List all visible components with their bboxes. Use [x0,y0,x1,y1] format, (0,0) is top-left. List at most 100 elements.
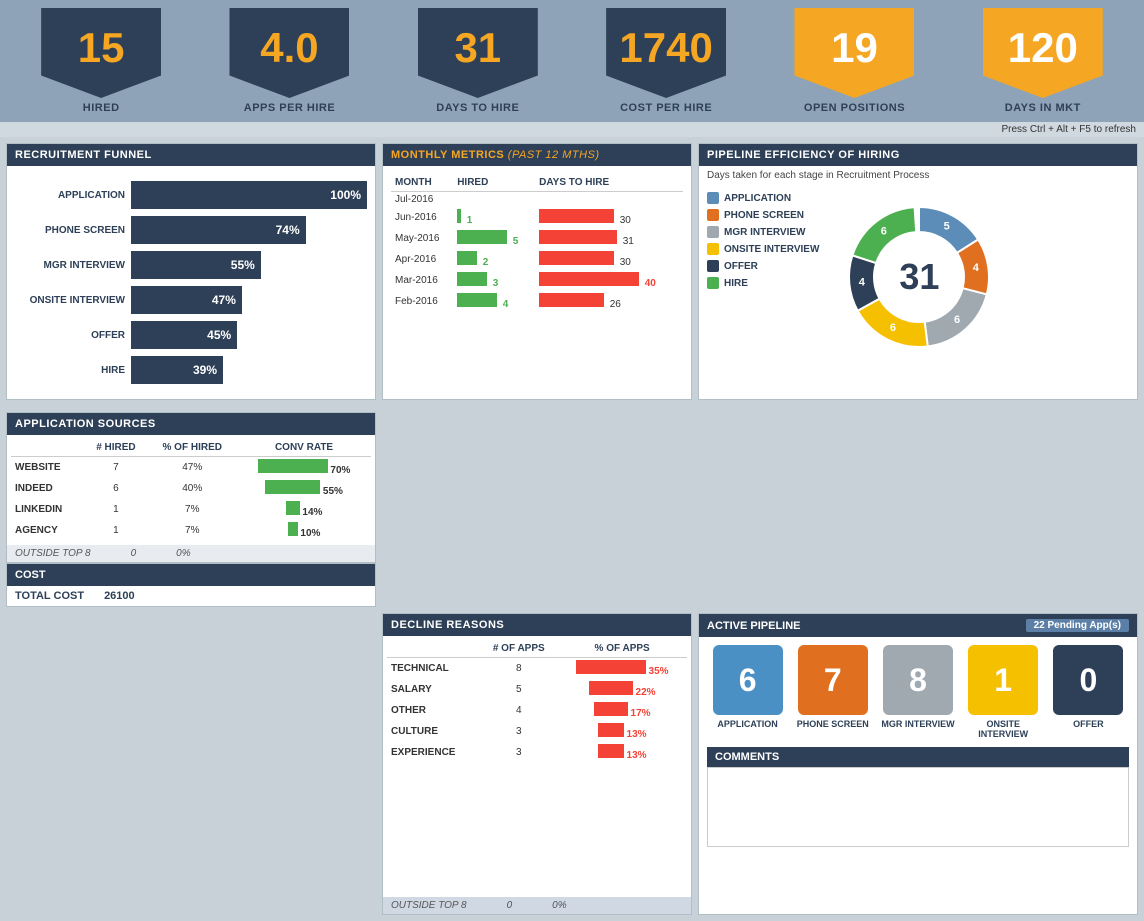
kpi-item-cost-per-hire: 1740 COST PER HIRE [575,8,757,114]
monthly-hired-bar [453,192,535,208]
decline-apps: 3 [480,721,557,742]
funnel-bar: 45% [131,321,237,349]
legend-item: MGR INTERVIEW [707,226,819,238]
sources-hired: 1 [84,520,147,541]
kpi-item-days-in-mkt: 120 DAYS IN MKT [952,8,1134,114]
donut-label: 6 [881,225,887,237]
funnel-bar: 74% [131,216,306,244]
funnel-body: APPLICATION 100% PHONE SCREEN 74% MGR IN… [7,166,375,399]
legend-dot [707,243,719,255]
sources-pct-hired: 7% [147,499,237,520]
monthly-days-bar: 30 [535,249,683,270]
sources-row: WEBSITE 7 47% 70% [11,457,371,479]
decline-outside: OUTSIDE TOP 8 0 0% [383,897,691,914]
legend-label: HIRE [724,278,748,289]
funnel-bar-wrap: 45% [131,321,367,349]
cost-panel: COST TOTAL COST 26100 [6,563,376,607]
active-panel-header: ACTIVE PIPELINE 22 Pending App(s) [699,614,1137,637]
kpi-badge: 19 [794,8,914,98]
kpi-label: DAYS IN MKT [1005,102,1081,114]
donut-chart: 546646 31 [829,187,1009,367]
monthly-hired-bar: 5 [453,228,535,249]
monthly-month: Jun-2016 [391,207,453,228]
sources-source: INDEED [11,478,84,499]
kpi-label: HIRED [83,102,120,114]
kpi-label: DAYS TO HIRE [436,102,519,114]
cost-label: TOTAL COST [15,590,84,602]
kpi-badge: 1740 [606,8,726,98]
monthly-row: Jun-2016 1 30 [391,207,683,228]
kpi-label: APPS PER HIRE [244,102,335,114]
sources-panel: APPLICATION SOURCES # HIRED % OF HIRED C… [6,412,376,563]
sources-body: # HIRED % OF HIRED CONV RATE WEBSITE 7 4… [7,435,375,545]
monthly-month: May-2016 [391,228,453,249]
decline-bar [594,702,628,716]
sources-conv-bar: 14% [237,499,371,520]
decline-pct-label: 13% [627,750,647,761]
sources-row: AGENCY 1 7% 10% [11,520,371,541]
monthly-hired-bar: 4 [453,291,535,312]
funnel-bar-wrap: 74% [131,216,367,244]
sources-source: WEBSITE [11,457,84,479]
legend-item: HIRE [707,277,819,289]
pipeline-subtitle: Days taken for each stage in Recruitment… [699,166,1137,181]
monthly-row: Mar-2016 3 40 [391,270,683,291]
sources-conv-bar: 55% [237,478,371,499]
sources-outside: OUTSIDE TOP 8 0 0% [7,545,375,562]
refresh-hint: Press Ctrl + Alt + F5 to refresh [0,122,1144,137]
decline-pct-bar: 17% [557,700,687,721]
monthly-table: MONTH HIRED DAYS TO HIRE Jul-2016 Jun-20… [391,174,683,312]
pipeline-kpi-label: OFFER [1073,719,1104,729]
legend-item: ONSITE INTERVIEW [707,243,819,255]
monthly-hired-bar: 2 [453,249,535,270]
kpi-bar: 15 HIRED 4.0 APPS PER HIRE 31 DAYS TO HI… [0,0,1144,122]
kpi-label: COST PER HIRE [620,102,712,114]
sources-col-conv: CONV RATE [237,439,371,457]
decline-pct-bar: 13% [557,742,687,763]
decline-pct-label: 13% [627,729,647,740]
decline-apps: 5 [480,679,557,700]
sources-header: APPLICATION SOURCES [7,413,375,435]
decline-reason: EXPERIENCE [387,742,480,763]
decline-reason: SALARY [387,679,480,700]
sources-col-source [11,439,84,457]
decline-col-reason [387,640,480,658]
decline-pct-label: 17% [631,708,651,719]
legend-label: ONSITE INTERVIEW [724,244,819,255]
funnel-bar: 47% [131,286,242,314]
legend-dot [707,209,719,221]
sources-pct-hired: 40% [147,478,237,499]
kpi-item-open-positions: 19 OPEN POSITIONS [763,8,945,114]
monthly-row: Apr-2016 2 30 [391,249,683,270]
funnel-header: RECRUITMENT FUNNEL [7,144,375,166]
donut-label: 4 [859,276,866,288]
legend-label: OFFER [724,261,758,272]
decline-row: TECHNICAL 8 35% [387,658,687,680]
cost-row: TOTAL COST 26100 [7,586,375,606]
sources-hired: 7 [84,457,147,479]
monthly-days-bar: 40 [535,270,683,291]
active-title: ACTIVE PIPELINE [707,620,801,632]
decline-row: EXPERIENCE 3 13% [387,742,687,763]
monthly-th-hired: HIRED [453,174,535,192]
sources-conv-bar: 70% [237,457,371,479]
pipeline-header: PIPELINE EFFICIENCY OF HIRING [699,144,1137,166]
monthly-th-days: DAYS TO HIRE [535,174,683,192]
decline-pct-bar: 13% [557,721,687,742]
conv-bar [265,480,320,494]
funnel-row-label: HIRE [15,365,125,376]
pipeline-body: APPLICATIONPHONE SCREENMGR INTERVIEWONSI… [699,181,1137,373]
monthly-row: May-2016 5 31 [391,228,683,249]
legend-label: PHONE SCREEN [724,210,804,221]
funnel-row: HIRE 39% [15,356,367,384]
monthly-hired-bar: 3 [453,270,535,291]
decline-row: CULTURE 3 13% [387,721,687,742]
legend-dot [707,192,719,204]
conv-bar [258,459,328,473]
monthly-header: MONTHLY METRICS (Past 12 mths) [383,144,691,166]
sources-pct-hired: 7% [147,520,237,541]
cost-header: COST [7,564,375,586]
funnel-row-label: ONSITE INTERVIEW [15,295,125,306]
kpi-badge: 31 [418,8,538,98]
comments-header: COMMENTS [707,747,1129,767]
